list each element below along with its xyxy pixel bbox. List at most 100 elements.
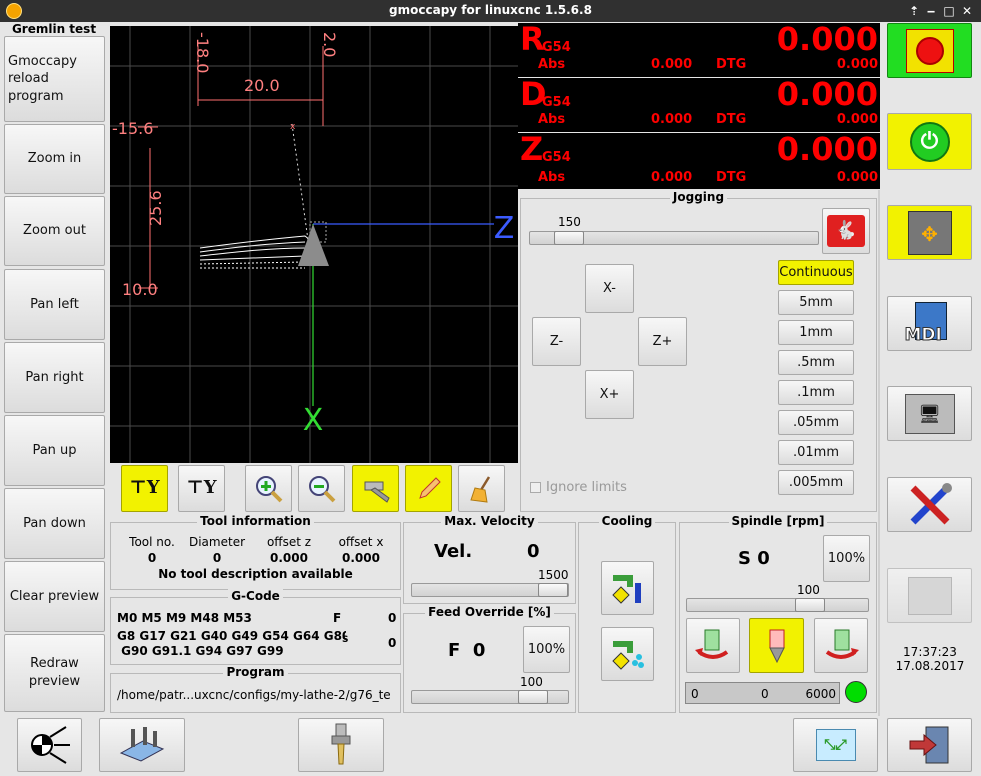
dim-height: 25.6 [146,190,165,226]
spindle-reverse-icon [695,629,729,659]
dimensions-icon[interactable] [352,465,399,512]
close-icon[interactable]: ✕ [958,2,976,20]
increment-0.005mm[interactable]: .005mm [778,470,854,495]
increment-1mm[interactable]: 1mm [778,320,854,345]
clear-live-plot-broom-icon[interactable] [458,465,505,512]
mdi-label: MDI [904,324,942,345]
gremlin-preview[interactable]: x X Z -18.0 2.0 20.0 -15.6 25.6 10.0 [110,26,518,463]
spindle-reverse-button[interactable] [686,618,740,673]
velocity-title: Max. Velocity [441,514,538,528]
velocity-slider[interactable] [411,583,569,597]
dro-r: R G54 0.000 Abs 0.000 DTG 0.000 [518,20,880,77]
tool-info-title: Tool information [197,514,314,528]
zoom-out-icon[interactable] [298,465,345,512]
clear-preview-button[interactable]: Clear preview [4,561,105,632]
spindle-bar-max: 6000 [805,687,836,701]
touch-off-button[interactable] [99,718,185,772]
increment-0.1mm[interactable]: .1mm [778,380,854,405]
manual-mode-button[interactable]: ✥ [887,205,972,260]
settings-button[interactable] [887,477,972,532]
increment-continuous[interactable]: Continuous [778,260,854,285]
spindle-speed-bar: 0 0 6000 [685,682,840,704]
zoom-in-icon[interactable] [245,465,292,512]
tool-description: No tool description available [158,567,353,581]
dro-value: 0.000 [776,75,878,113]
estop-button[interactable] [887,23,972,78]
spindle-reset-button[interactable]: 100% [823,535,870,582]
home-axes-icon [30,726,70,764]
pan-right-button[interactable]: Pan right [4,342,105,413]
jog-z-minus-button[interactable]: Z- [532,317,581,366]
minimize-icon[interactable]: ‒ [922,2,940,20]
dro-dtg-label: DTG [716,57,747,72]
flood-icon [611,575,641,604]
clock-date: 17.08.2017 [895,659,965,673]
increment-0.01mm[interactable]: .01mm [778,440,854,465]
jog-z-plus-button[interactable]: Z+ [638,317,687,366]
home-all-button[interactable] [17,718,82,772]
dro-abs-label: Abs [538,112,566,127]
reload-program-button[interactable]: Gmoccapy reload program [4,36,105,122]
mdi-mode-button[interactable]: MDI [887,296,972,351]
mdi-icon: MDI [904,301,955,346]
dro-value: 0.000 [776,20,878,58]
gcode-mcodes: M0 M5 M9 M48 M53 [117,611,252,625]
view-y-button[interactable]: ⊤Y [121,465,168,512]
user-tabs-icon [907,576,952,615]
velocity-slider-thumb[interactable] [538,583,568,597]
mist-button[interactable] [601,627,654,681]
increment-5mm[interactable]: 5mm [778,290,854,315]
ignore-limits-label: Ignore limits [546,480,627,495]
pan-up-button[interactable]: Pan up [4,415,105,486]
user-tabs-button[interactable] [887,568,972,623]
increment-0.05mm[interactable]: .05mm [778,410,854,435]
jog-speed-thumb[interactable] [554,231,584,245]
spindle-slider-thumb[interactable] [795,598,825,612]
tool-change-button[interactable] [298,718,384,772]
keep-above-icon[interactable]: ⇡ [905,2,923,20]
dro-abs-label: Abs [538,170,566,185]
redraw-preview-button[interactable]: Redraw preview [4,634,105,712]
feed-slider-thumb[interactable] [518,690,548,704]
window-title: gmoccapy for linuxcnc 1.5.6.8 [389,3,592,17]
tool-header-diameter: Diameter [188,535,246,549]
pan-down-button[interactable]: Pan down [4,488,105,559]
maximize-icon[interactable]: □ [940,2,958,20]
flood-button[interactable] [601,561,654,615]
dro-d: D G54 0.000 Abs 0.000 DTG 0.000 [518,75,880,132]
feed-value: F 0 [448,640,486,661]
right-separator [878,190,880,716]
exit-button[interactable] [887,718,972,772]
spindle-forward-button[interactable] [814,618,868,673]
jog-speed-slider[interactable] [529,231,819,245]
dim-top-left: -18.0 [193,32,212,74]
zoom-out-button[interactable]: Zoom out [4,196,105,266]
spindle-bar-min: 0 [691,687,699,701]
jog-x-plus-button[interactable]: X+ [585,370,634,419]
mist-icon [611,641,644,670]
cooling-frame: Cooling [578,514,676,713]
rabbit-icon: 🐇 [827,215,865,247]
machine-power-button[interactable]: ⏻ [887,113,972,170]
feed-override-slider[interactable] [411,690,569,704]
dro-dtg-value: 0.000 [836,170,878,185]
ignore-limits-checkbox[interactable] [530,482,541,493]
tool-path-pencil-icon[interactable] [405,465,452,512]
jog-x-minus-button[interactable]: X- [585,264,634,313]
pan-left-button[interactable]: Pan left [4,269,105,340]
touch-off-icon [119,727,165,762]
auto-mode-button[interactable]: 🖥 [887,386,972,441]
dro-dtg-value: 0.000 [836,57,878,72]
zoom-in-button[interactable]: Zoom in [4,124,105,194]
spindle-override-slider[interactable] [686,598,869,612]
view-y-rotated-button[interactable]: ⊤Y [178,465,225,512]
increment-0.5mm[interactable]: .5mm [778,350,854,375]
fullscreen-button[interactable]: ⤡⤢ [793,718,878,772]
dro-dtg-value: 0.000 [836,112,878,127]
gcode-gcodes: G8 G17 G21 G40 G49 G54 G64 G80 [117,629,346,643]
feed-reset-button[interactable]: 100% [523,626,570,673]
spindle-bar-value: 0 [761,687,769,701]
spindle-stop-button[interactable] [749,618,804,673]
auto-mode-icon: 🖥 [904,393,955,434]
jog-speed-rabbit-button[interactable]: 🐇 [822,208,870,254]
